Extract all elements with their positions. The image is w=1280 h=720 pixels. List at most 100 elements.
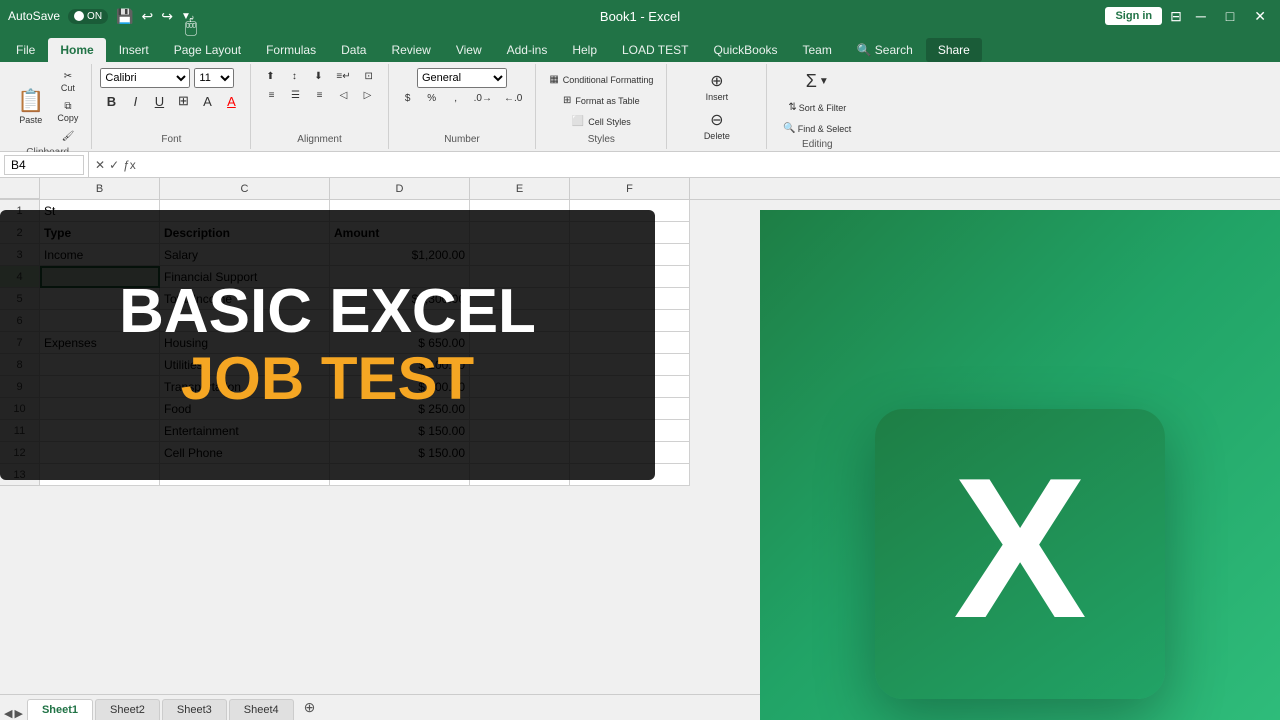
cell-styles-button[interactable]: ⬜ Cell Styles [551, 113, 651, 130]
col-header-f[interactable]: F [570, 178, 690, 199]
comma-style-button[interactable]: , [445, 90, 467, 107]
ribbon-body: 📋 Paste ✂ Cut ⧉ Copy 🖌 [0, 62, 1280, 152]
autosave-toggle[interactable]: ON [68, 9, 108, 24]
tab-share[interactable]: Share [926, 38, 982, 62]
increase-decimal-button[interactable]: .0→ [469, 90, 497, 107]
minimize-button[interactable]: ─ [1190, 8, 1212, 24]
window-title: Book1 - Excel [600, 9, 680, 24]
align-middle-button[interactable]: ↕ [283, 68, 305, 85]
indent-increase-button[interactable]: ▷ [357, 87, 379, 104]
select-all-corner[interactable] [0, 178, 40, 199]
format-as-table-button[interactable]: ⊞ Format as Table [551, 92, 651, 109]
align-top-button[interactable]: ⬆ [259, 68, 281, 85]
align-center-button[interactable]: ☰ [285, 87, 307, 104]
tab-team[interactable]: Team [791, 38, 844, 62]
font-family-select[interactable]: Calibri [100, 68, 190, 88]
wrap-text-button[interactable]: ≡↵ [331, 68, 355, 85]
bold-button[interactable]: B [100, 91, 122, 112]
ribbon-display-icon[interactable]: ⊟ [1170, 8, 1182, 25]
sheet-tab-sheet2[interactable]: Sheet2 [95, 699, 160, 720]
formula-confirm-icon[interactable]: ✓ [109, 158, 119, 172]
find-select-button[interactable]: 🔍 Find & Select [778, 120, 856, 137]
name-box[interactable]: B4 [4, 155, 84, 175]
col-header-e[interactable]: E [470, 178, 570, 199]
number-format-select[interactable]: General Number Currency [417, 68, 507, 88]
sign-in-button[interactable]: Sign in [1105, 7, 1162, 25]
conditional-formatting-button[interactable]: ▦ Conditional Formatting [544, 71, 658, 88]
tab-insert[interactable]: Insert [107, 38, 161, 62]
redo-icon[interactable]: ↪ [161, 8, 173, 25]
insert-icon: ⊕ [710, 71, 723, 91]
tab-help[interactable]: Help [560, 38, 609, 62]
alignment-group: ⬆ ↕ ⬇ ≡↵ ⊡ ≡ ☰ ≡ ◁ ▷ Alignment [251, 64, 388, 149]
toggle-dot [74, 11, 84, 21]
formula-input[interactable] [142, 156, 1280, 174]
font-content: Calibri 11 B I U ⊞ A A [100, 68, 242, 132]
fill-color-button[interactable]: A [196, 91, 218, 112]
main-window: AutoSave ON 💾 ↩ ↪ ▼ Book1 - Excel Sign i… [0, 0, 1280, 720]
tab-load-test[interactable]: LOAD TEST [610, 38, 700, 62]
tab-home[interactable]: Home [48, 38, 105, 62]
autosum-button[interactable]: Σ ▼ [799, 68, 835, 95]
cut-button[interactable]: ✂ Cut [52, 68, 83, 96]
find-icon: 🔍 [783, 123, 795, 134]
close-button[interactable]: ✕ [1248, 8, 1272, 25]
sort-icon: ⇅ [788, 102, 796, 113]
excel-logo-area: X [760, 210, 1280, 720]
restore-button[interactable]: □ [1220, 8, 1240, 24]
formula-cancel-icon[interactable]: ✕ [95, 158, 105, 172]
tab-file[interactable]: File [4, 38, 47, 62]
promotional-banner: BASIC EXCEL JOB TEST [0, 210, 655, 480]
tab-search[interactable]: 🔍Search [845, 38, 925, 62]
editing-content: Σ ▼ ⇅ Sort & Filter 🔍 Find & Select [778, 68, 856, 137]
decrease-decimal-button[interactable]: ←.0 [499, 90, 527, 107]
tab-data[interactable]: Data [329, 38, 378, 62]
paste-button[interactable]: 📋 Paste [12, 85, 49, 128]
align-right-button[interactable]: ≡ [309, 87, 331, 104]
sheet-tab-sheet1[interactable]: Sheet1 [27, 699, 93, 720]
tab-quickbooks[interactable]: QuickBooks [701, 38, 789, 62]
percent-style-button[interactable]: % [421, 90, 443, 107]
delete-cells-button[interactable]: ⊖ Delete [698, 107, 737, 144]
indent-decrease-button[interactable]: ◁ [333, 87, 355, 104]
col-header-c[interactable]: C [160, 178, 330, 199]
currency-style-button[interactable]: $ [397, 90, 419, 107]
sheet-tab-sheet3[interactable]: Sheet3 [162, 699, 227, 720]
insert-function-icon[interactable]: ƒx [123, 158, 136, 172]
clipboard-group: 📋 Paste ✂ Cut ⧉ Copy 🖌 [4, 64, 92, 149]
undo-icon[interactable]: ↩ [141, 8, 153, 25]
tab-formulas[interactable]: Formulas [254, 38, 328, 62]
col-header-d[interactable]: D [330, 178, 470, 199]
copy-icon: ⧉ [64, 101, 71, 112]
cursor-indicator: 🖱 [185, 15, 205, 35]
sort-filter-button[interactable]: ⇅ Sort & Filter [783, 99, 851, 116]
font-size-select[interactable]: 11 [194, 68, 234, 88]
editing-group: Σ ▼ ⇅ Sort & Filter 🔍 Find & Select Edit… [767, 64, 867, 149]
sheet-tab-sheet4[interactable]: Sheet4 [229, 699, 294, 720]
align-bottom-button[interactable]: ⬇ [307, 68, 329, 85]
copy-button[interactable]: ⧉ Copy [52, 98, 83, 126]
banner-line2: JOB TEST [181, 346, 474, 412]
merge-center-button[interactable]: ⊡ [358, 68, 380, 85]
italic-button[interactable]: I [124, 91, 146, 112]
format-painter-icon: 🖌 [62, 131, 75, 142]
tab-scroll-right[interactable]: ▶ [14, 707, 22, 720]
format-painter-button[interactable]: 🖌 [52, 128, 83, 145]
tab-review[interactable]: Review [379, 38, 442, 62]
tab-scroll-left[interactable]: ◀ [4, 707, 12, 720]
insert-cells-button[interactable]: ⊕ Insert [698, 68, 737, 105]
save-icon[interactable]: 💾 [116, 8, 133, 25]
tab-addins[interactable]: Add-ins [495, 38, 560, 62]
tab-page-layout[interactable]: Page Layout [162, 38, 253, 62]
title-bar-right: Sign in ⊟ ─ □ ✕ [1105, 7, 1272, 25]
font-color-button[interactable]: A [220, 91, 242, 112]
cell-styles-icon: ⬜ [572, 116, 584, 127]
col-header-b[interactable]: B [40, 178, 160, 199]
align-left-button[interactable]: ≡ [261, 87, 283, 104]
tab-view[interactable]: View [444, 38, 494, 62]
border-button[interactable]: ⊞ [172, 90, 194, 112]
formula-icons: ✕ ✓ ƒx [89, 158, 142, 172]
underline-button[interactable]: U [148, 91, 170, 112]
add-sheet-button[interactable]: ⊕ [296, 695, 324, 720]
excel-logo-box: X [875, 409, 1165, 699]
